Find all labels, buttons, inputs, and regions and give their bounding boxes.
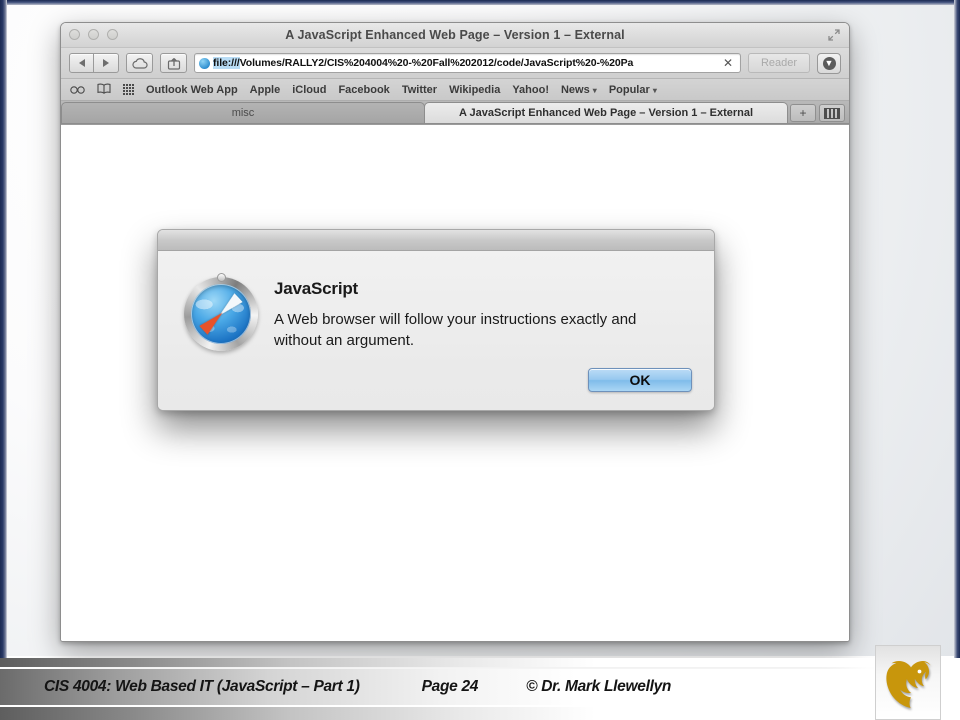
bookmark-popular-label: Popular <box>608 83 650 96</box>
bookmark-icloud[interactable]: iCloud <box>292 84 326 96</box>
bookmark-outlook-web-app[interactable]: Outlook Web App <box>146 84 238 96</box>
footer-band-top <box>0 658 960 667</box>
dialog-text-block: JavaScript A Web browser will follow you… <box>274 271 692 352</box>
slide-canvas: A JavaScript Enhanced Web Page – Version… <box>0 0 960 720</box>
dialog-heading: JavaScript <box>274 279 358 298</box>
share-arrow-icon <box>167 57 180 70</box>
browser-chrome: A JavaScript Enhanced Web Page – Version… <box>61 23 849 125</box>
tab-javascript-enhanced-web-page[interactable]: A JavaScript Enhanced Web Page – Version… <box>424 102 788 123</box>
footer-course-label: CIS 4004: Web Based IT (JavaScript – Par… <box>44 678 360 695</box>
dialog-body: JavaScript A Web browser will follow you… <box>158 251 714 368</box>
close-button[interactable] <box>69 29 80 40</box>
compass-face <box>191 284 251 344</box>
address-bar-value: file:///Volumes/RALLY2/CIS%204004%20-%20… <box>213 57 720 69</box>
page-content-area: JavaScript A Web browser will follow you… <box>61 125 849 641</box>
download-arrow-icon: ▼ <box>822 56 836 70</box>
icloud-tabs-button[interactable] <box>126 53 153 73</box>
safari-browser-window: A JavaScript Enhanced Web Page – Version… <box>60 22 850 642</box>
safari-compass-icon <box>184 273 258 351</box>
ok-button[interactable]: OK <box>588 367 692 392</box>
bookmarks-bar: Outlook Web App Apple iCloud Facebook Tw… <box>61 79 849 101</box>
reading-list-icon[interactable] <box>70 84 85 96</box>
dialog-footer: OK <box>158 367 714 410</box>
fullscreen-icon[interactable] <box>828 29 840 41</box>
cloud-icon <box>131 57 148 69</box>
bookmark-apple[interactable]: Apple <box>250 84 281 96</box>
clear-address-icon[interactable]: ✕ <box>720 56 736 70</box>
footer-band-bottom <box>0 707 960 720</box>
window-titlebar: A JavaScript Enhanced Web Page – Version… <box>61 23 849 48</box>
bookmark-news-label: News <box>560 83 590 96</box>
chevron-down-icon: ▾ <box>592 85 597 95</box>
compass-crown <box>216 273 226 282</box>
footer-band-middle: CIS 4004: Web Based IT (JavaScript – Par… <box>0 669 960 705</box>
footer-text: CIS 4004: Web Based IT (JavaScript – Par… <box>0 678 671 696</box>
slide-footer: CIS 4004: Web Based IT (JavaScript – Par… <box>0 658 960 720</box>
url-scheme: file:/// <box>213 57 240 69</box>
downloads-button[interactable]: ▼ <box>817 52 841 74</box>
javascript-alert-dialog: JavaScript A Web browser will follow you… <box>157 229 715 411</box>
bookmarks-icon[interactable] <box>97 83 111 96</box>
footer-copyright: © Dr. Mark Llewellyn <box>526 678 672 695</box>
new-tab-button[interactable]: + <box>790 104 816 122</box>
window-title: A JavaScript Enhanced Web Page – Version… <box>285 28 625 42</box>
dialog-message: A Web browser will follow your instructi… <box>274 311 637 350</box>
dialog-titlebar <box>158 230 714 251</box>
share-button[interactable] <box>160 53 187 73</box>
slide-top-edge <box>0 0 960 5</box>
back-button[interactable] <box>69 53 94 73</box>
reader-button[interactable]: Reader <box>748 53 810 73</box>
bookmark-twitter[interactable]: Twitter <box>402 84 437 96</box>
slide-right-edge <box>954 0 960 660</box>
forward-button[interactable] <box>94 53 119 73</box>
page-globe-icon <box>199 57 210 69</box>
bookmark-news[interactable]: News ▾ <box>561 84 597 96</box>
bookmark-facebook[interactable]: Facebook <box>338 84 389 96</box>
tab-bar: misc A JavaScript Enhanced Web Page – Ve… <box>61 101 849 124</box>
address-bar[interactable]: file:///Volumes/RALLY2/CIS%204004%20-%20… <box>194 53 741 73</box>
minimize-button[interactable] <box>88 29 99 40</box>
zoom-button[interactable] <box>107 29 118 40</box>
tabs-overview-icon <box>824 107 840 119</box>
forward-arrow-icon <box>103 59 109 67</box>
bookmark-wikipedia[interactable]: Wikipedia <box>449 84 500 96</box>
footer-page-number: Page 24 <box>421 678 479 695</box>
bookmark-popular[interactable]: Popular ▾ <box>609 84 657 96</box>
url-path: Volumes/RALLY2/CIS%204004%20-%20Fall%202… <box>239 57 634 69</box>
ucf-pegasus-logo <box>875 645 941 720</box>
slide-left-edge <box>0 0 7 660</box>
top-sites-icon[interactable] <box>123 84 134 95</box>
tab-overview-button[interactable] <box>819 104 845 122</box>
navigation-buttons <box>69 53 119 73</box>
bookmark-yahoo[interactable]: Yahoo! <box>512 84 549 96</box>
back-arrow-icon <box>78 59 85 67</box>
window-controls <box>69 29 118 40</box>
chevron-down-icon: ▾ <box>652 85 657 95</box>
browser-toolbar: file:///Volumes/RALLY2/CIS%204004%20-%20… <box>61 48 849 79</box>
tab-misc[interactable]: misc <box>61 102 425 123</box>
